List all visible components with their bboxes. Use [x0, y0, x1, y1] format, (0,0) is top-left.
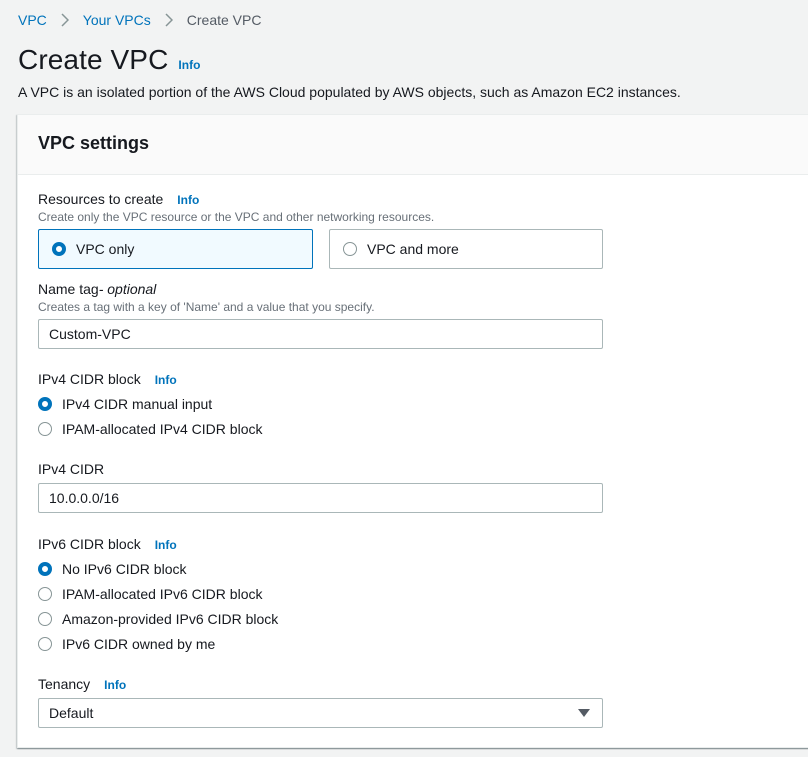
- ipv6-option-amazon-provided[interactable]: Amazon-provided IPv6 CIDR block: [38, 611, 278, 627]
- ipv6-block-label: IPv6 CIDR block Info: [38, 536, 177, 552]
- page-title: Create VPC: [18, 44, 169, 75]
- caret-down-icon: [578, 709, 590, 717]
- ipv6-option-label: IPv6 CIDR owned by me: [62, 636, 216, 652]
- ipv6-option-ipam[interactable]: IPAM-allocated IPv6 CIDR block: [38, 586, 262, 602]
- breadcrumb-vpc-link[interactable]: VPC: [18, 12, 47, 28]
- chevron-right-icon: [61, 13, 69, 27]
- ipv6-option-label: Amazon-provided IPv6 CIDR block: [62, 611, 279, 627]
- ipv4-block-label-text: IPv4 CIDR block: [38, 371, 141, 387]
- page-info-link[interactable]: Info: [178, 58, 200, 72]
- radio-unselected-icon: [343, 242, 357, 256]
- ipv4-option-manual[interactable]: IPv4 CIDR manual input: [38, 396, 212, 412]
- breadcrumb-current: Create VPC: [186, 12, 262, 28]
- ipv6-option-owned-by-me[interactable]: IPv6 CIDR owned by me: [38, 636, 215, 652]
- radio-unselected-icon: [38, 422, 52, 436]
- radio-unselected-icon: [38, 637, 52, 651]
- resources-info-link[interactable]: Info: [177, 193, 199, 207]
- breadcrumb: VPC Your VPCs Create VPC: [18, 10, 261, 30]
- ipv4-option-ipam[interactable]: IPAM-allocated IPv4 CIDR block: [38, 421, 262, 437]
- resources-label: Resources to create Info: [38, 191, 199, 207]
- vpc-settings-panel: VPC settings Resources to create Info Cr…: [17, 114, 808, 748]
- tenancy-select-value: Default: [49, 705, 94, 721]
- ipv4-block-info-link[interactable]: Info: [155, 373, 177, 387]
- ipv4-cidr-label-text: IPv4 CIDR: [38, 461, 105, 477]
- ipv4-block-label: IPv4 CIDR block Info: [38, 371, 177, 387]
- ipv4-cidr-label: IPv4 CIDR: [38, 461, 104, 477]
- page-description: A VPC is an isolated portion of the AWS …: [18, 84, 681, 100]
- ipv6-option-label: IPAM-allocated IPv6 CIDR block: [62, 586, 263, 602]
- ipv4-option-label: IPv4 CIDR manual input: [62, 396, 213, 412]
- ipv4-cidr-input[interactable]: 10.0.0.0/16: [38, 483, 603, 513]
- ipv6-option-label: No IPv6 CIDR block: [62, 561, 187, 577]
- resources-label-text: Resources to create: [38, 191, 164, 207]
- radio-unselected-icon: [38, 587, 52, 601]
- ipv6-block-info-link[interactable]: Info: [155, 538, 177, 552]
- tenancy-info-link[interactable]: Info: [104, 678, 126, 692]
- ipv4-option-label: IPAM-allocated IPv4 CIDR block: [62, 421, 263, 437]
- resources-option-vpc-only[interactable]: VPC only: [38, 229, 313, 269]
- resources-option-label: VPC and more: [367, 241, 459, 257]
- resources-option-label: VPC only: [76, 241, 135, 257]
- name-tag-label: Name tag - optional: [38, 281, 156, 297]
- name-tag-description: Creates a tag with a key of 'Name' and a…: [38, 300, 375, 314]
- radio-unselected-icon: [38, 612, 52, 626]
- radio-selected-icon: [52, 242, 66, 256]
- ipv6-option-none[interactable]: No IPv6 CIDR block: [38, 561, 186, 577]
- tenancy-label: Tenancy Info: [38, 676, 126, 692]
- name-tag-optional: - optional: [98, 281, 157, 297]
- breadcrumb-your-vpcs-link[interactable]: Your VPCs: [83, 12, 151, 28]
- page-header: Create VPC Info: [18, 44, 200, 76]
- ipv6-block-label-text: IPv6 CIDR block: [38, 536, 141, 552]
- tenancy-label-text: Tenancy: [38, 676, 91, 692]
- panel-title: VPC settings: [38, 133, 150, 153]
- chevron-right-icon: [165, 13, 173, 27]
- resources-description: Create only the VPC resource or the VPC …: [38, 210, 435, 224]
- radio-selected-icon: [38, 562, 52, 576]
- name-tag-input[interactable]: Custom-VPC: [38, 319, 603, 349]
- resources-option-vpc-and-more[interactable]: VPC and more: [329, 229, 603, 269]
- tenancy-select[interactable]: Default: [38, 698, 603, 728]
- panel-header: VPC settings: [18, 115, 808, 175]
- name-tag-label-text: Name tag: [38, 281, 99, 297]
- radio-selected-icon: [38, 397, 52, 411]
